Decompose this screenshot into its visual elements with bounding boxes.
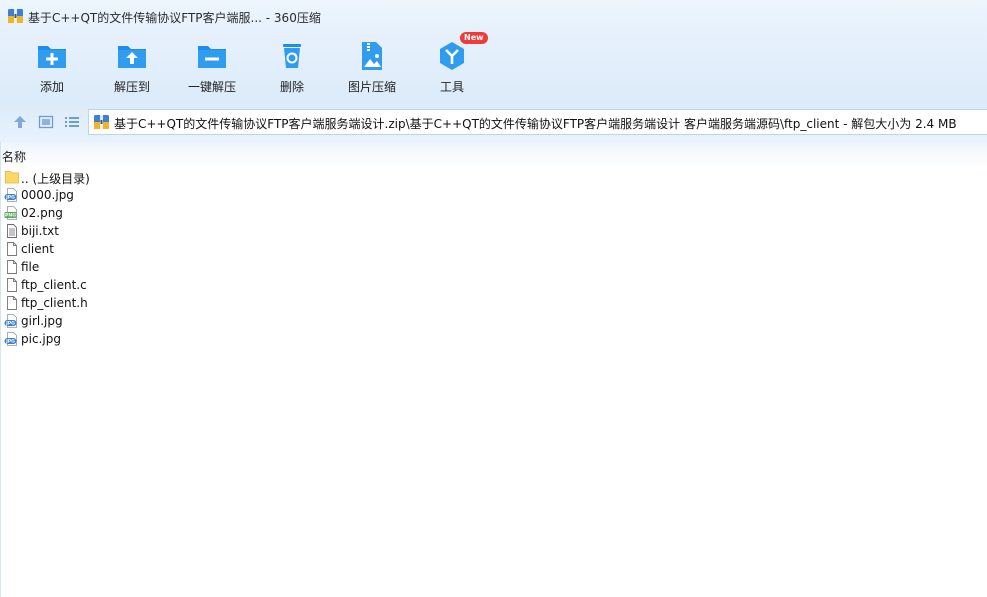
file-icon: [7, 296, 17, 310]
column-header-name[interactable]: 名称: [1, 142, 987, 168]
tools-button[interactable]: New 工具: [412, 32, 492, 102]
thumbnail-view-icon[interactable]: [38, 114, 54, 130]
recycle-bin-icon: [283, 44, 301, 68]
address-bar[interactable]: 基于C++QT的文件传输协议FTP客户端服务端设计.zip\基于C++QT的文件…: [88, 109, 987, 135]
svg-text:JPG: JPG: [5, 339, 15, 345]
file-name: ftp_client.c: [21, 278, 87, 292]
one-click-extract-button[interactable]: 一键解压: [172, 32, 252, 102]
svg-text:JPG: JPG: [5, 321, 15, 327]
file-row[interactable]: biji.txt: [1, 222, 987, 240]
delete-label: 删除: [279, 80, 304, 94]
list-view-icon[interactable]: [64, 114, 80, 130]
add-button[interactable]: 添加: [12, 32, 92, 102]
file-row[interactable]: client: [1, 240, 987, 258]
window-title: 基于C++QT的文件传输协议FTP客户端服... - 360压缩: [28, 11, 321, 25]
add-folder-icon: [38, 46, 66, 68]
archive-app-icon: [8, 9, 23, 23]
one-click-extract-icon: [198, 46, 226, 68]
file-name: 02.png: [21, 206, 63, 220]
address-path: 基于C++QT的文件传输协议FTP客户端服务端设计.zip\基于C++QT的文件…: [114, 117, 957, 131]
png-file-icon: PNG: [4, 206, 17, 220]
file-row[interactable]: ftp_client.c: [1, 276, 987, 294]
file-row[interactable]: ftp_client.h: [1, 294, 987, 312]
jpg-file-icon: JPG: [4, 314, 17, 328]
file-name: .. (上级目录): [21, 172, 90, 186]
file-name: client: [21, 242, 54, 256]
image-compress-icon: [362, 42, 382, 70]
extract-to-label: 解压到: [113, 80, 150, 94]
folder-icon: [5, 171, 19, 184]
one-click-extract-label: 一键解压: [187, 80, 236, 94]
tools-label: 工具: [439, 80, 464, 94]
file-list-area: 名称 .. (上级目录) JPG 0000.jpg PNG 02.png biji.txt…: [0, 142, 987, 597]
image-compress-button[interactable]: 图片压缩: [332, 32, 412, 102]
file-icon: [7, 278, 17, 292]
jpg-file-icon: JPG: [4, 188, 17, 202]
file-name: biji.txt: [21, 224, 59, 238]
file-icon: [7, 260, 17, 274]
extract-to-button[interactable]: 解压到: [92, 32, 172, 102]
svg-text:PNG: PNG: [5, 213, 16, 219]
add-label: 添加: [39, 80, 64, 94]
file-name: file: [21, 260, 40, 274]
file-row[interactable]: JPG girl.jpg: [1, 312, 987, 330]
title-bar: 基于C++QT的文件传输协议FTP客户端服... - 360压缩: [0, 0, 987, 32]
archive-icon: [94, 115, 109, 129]
tools-icon: [440, 42, 464, 70]
file-row[interactable]: file: [1, 258, 987, 276]
file-name: ftp_client.h: [21, 296, 88, 310]
navigation-bar: 基于C++QT的文件传输协议FTP客户端服务端设计.zip\基于C++QT的文件…: [0, 102, 987, 142]
toolbar: 添加 解压到 一键解压 删除 图片压缩 New 工具: [0, 32, 987, 102]
svg-text:JPG: JPG: [5, 195, 15, 201]
column-header-label: 名称: [2, 150, 27, 164]
text-file-icon: [7, 224, 17, 238]
extract-to-folder-icon: [118, 46, 146, 68]
file-list: .. (上级目录) JPG 0000.jpg PNG 02.png biji.txt cli…: [1, 168, 987, 348]
file-name: 0000.jpg: [21, 188, 74, 202]
delete-button[interactable]: 删除: [252, 32, 332, 102]
jpg-file-icon: JPG: [4, 332, 17, 346]
file-row[interactable]: .. (上级目录): [1, 168, 987, 186]
file-row[interactable]: JPG pic.jpg: [1, 330, 987, 348]
file-name: girl.jpg: [21, 314, 63, 328]
file-row[interactable]: PNG 02.png: [1, 204, 987, 222]
up-arrow-icon[interactable]: [12, 114, 28, 130]
new-badge: New: [460, 32, 488, 44]
file-name: pic.jpg: [21, 332, 61, 346]
file-icon: [7, 242, 17, 256]
image-compress-label: 图片压缩: [347, 80, 396, 94]
file-row[interactable]: JPG 0000.jpg: [1, 186, 987, 204]
